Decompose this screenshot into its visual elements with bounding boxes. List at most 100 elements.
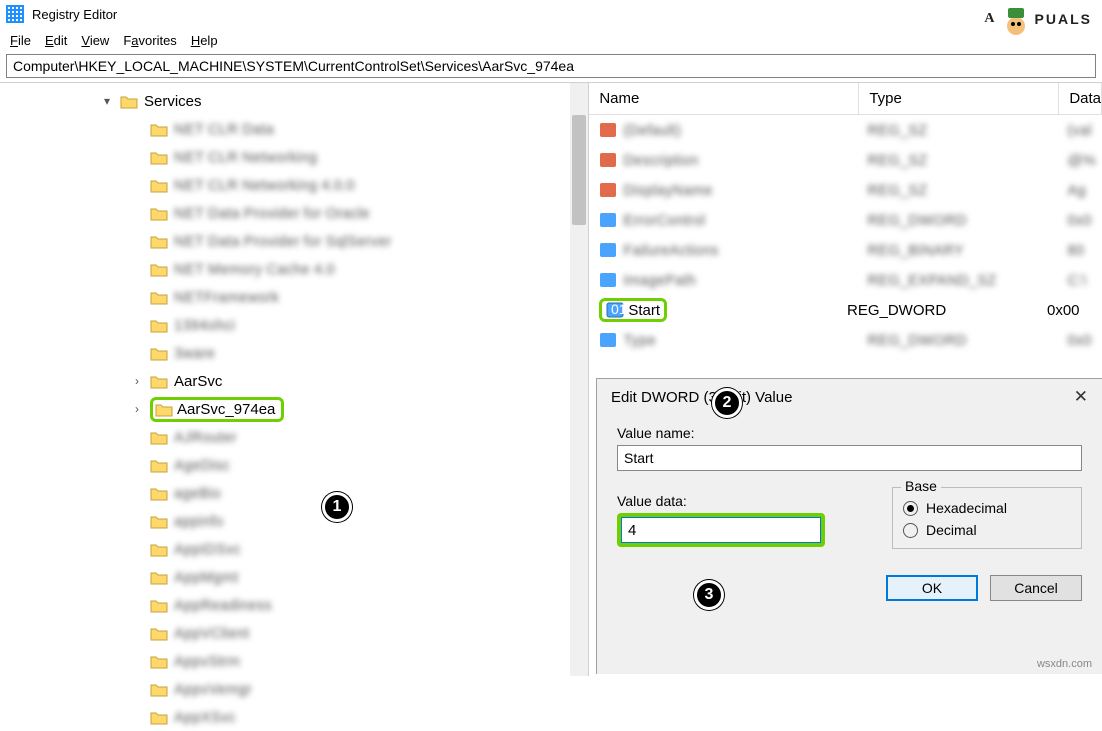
dialog-title: Edit DWORD (32-bit) Value <box>611 389 792 406</box>
tree-item-blurred[interactable]: 3ware <box>100 339 588 367</box>
highlight-selected-key: AarSvc_974ea <box>150 397 284 422</box>
tree-item-blurred[interactable]: AppXSvc <box>100 703 588 731</box>
tree-label: AppvVemgr <box>174 681 252 698</box>
value-data: 0x0 <box>1067 212 1091 229</box>
folder-icon <box>150 570 168 585</box>
value-row-blurred[interactable]: DisplayNameREG_SZAg <box>589 175 1102 205</box>
col-type[interactable]: Type <box>859 83 1059 114</box>
reg-value-icon <box>599 271 617 289</box>
value-row-blurred[interactable]: ErrorControlREG_DWORD0x0 <box>589 205 1102 235</box>
menubar: File Edit View Favorites Help <box>0 28 1102 52</box>
tree-item-blurred[interactable]: AgeDisc <box>100 451 588 479</box>
radio-hex[interactable]: Hexadecimal <box>903 500 1071 516</box>
edit-dword-dialog: Edit DWORD (32-bit) Value ✕ Value name: … <box>596 378 1102 674</box>
tree-label: NET Memory Cache 4.0 <box>174 261 335 278</box>
radio-icon <box>903 523 918 538</box>
dialog-titlebar[interactable]: Edit DWORD (32-bit) Value ✕ <box>597 379 1102 415</box>
ok-button[interactable]: OK <box>886 575 978 601</box>
value-name: FailureActions <box>623 242 861 259</box>
tree-label: NETFramework <box>174 289 279 306</box>
tree-label: NET CLR Networking 4.0.0 <box>174 177 355 194</box>
value-data: Ag <box>1067 182 1085 199</box>
cancel-button[interactable]: Cancel <box>990 575 1082 601</box>
tree-item-blurred[interactable]: AppReadiness <box>100 591 588 619</box>
highlight-value-data <box>617 513 825 547</box>
value-name: ErrorControl <box>623 212 861 229</box>
tree-item-blurred[interactable]: AppIDSvc <box>100 535 588 563</box>
tree-label: NET Data Provider for Oracle <box>174 205 370 222</box>
value-data: C:\ <box>1067 272 1086 289</box>
menu-view[interactable]: View <box>81 33 109 48</box>
tree-item-aarsvc[interactable]: › AarSvc <box>100 367 588 395</box>
folder-icon <box>150 458 168 473</box>
tree-item-blurred[interactable]: AppvStrm <box>100 647 588 675</box>
reg-value-icon <box>599 181 617 199</box>
tree-item-blurred[interactable]: NETFramework <box>100 283 588 311</box>
radio-label: Decimal <box>926 522 977 538</box>
value-data-label: Value data: <box>617 493 868 509</box>
tree-label: AppVClient <box>174 625 249 642</box>
highlight-start-value: 011 Start <box>599 298 667 322</box>
tree-item-blurred[interactable]: AppMgmt <box>100 563 588 591</box>
value-row-start[interactable]: 011 Start REG_DWORD 0x00 <box>589 295 1102 325</box>
tree-label: appinfo <box>174 513 223 530</box>
tree-scrollbar[interactable] <box>570 83 588 676</box>
tree-label: AarSvc <box>174 373 222 390</box>
tree-item-blurred[interactable]: NET Data Provider for SqlServer <box>100 227 588 255</box>
value-type: REG_SZ <box>867 182 1061 199</box>
value-row-blurred[interactable]: DescriptionREG_SZ@% <box>589 145 1102 175</box>
tree-item-blurred[interactable]: AJRouter <box>100 423 588 451</box>
tree-item-blurred[interactable]: NET CLR Networking <box>100 143 588 171</box>
value-name-input[interactable] <box>617 445 1082 471</box>
tree-label: Services <box>144 93 202 110</box>
close-icon[interactable]: ✕ <box>1074 387 1088 407</box>
tree-label: AppXSvc <box>174 709 236 726</box>
value-row-blurred[interactable]: TypeREG_DWORD0x0 <box>589 325 1102 355</box>
value-data: 0x00 <box>1047 302 1080 319</box>
callout-2: 2 <box>712 388 742 418</box>
menu-help[interactable]: Help <box>191 33 218 48</box>
menu-favorites[interactable]: Favorites <box>123 33 176 48</box>
value-row-blurred[interactable]: ImagePathREG_EXPAND_SZC:\ <box>589 265 1102 295</box>
value-row-blurred[interactable]: FailureActionsREG_BINARY80 <box>589 235 1102 265</box>
tree-item-aarsvc-974ea[interactable]: › AarSvc_974ea <box>100 395 588 423</box>
col-name[interactable]: Name <box>589 83 859 114</box>
tree-label: AppIDSvc <box>174 541 241 558</box>
tree-item-blurred[interactable]: NET Data Provider for Oracle <box>100 199 588 227</box>
tree-label: NET Data Provider for SqlServer <box>174 233 391 250</box>
menu-edit[interactable]: Edit <box>45 33 67 48</box>
tree-item-blurred[interactable]: AppVClient <box>100 619 588 647</box>
col-data[interactable]: Data <box>1059 83 1102 114</box>
folder-icon <box>150 234 168 249</box>
callout-3: 3 <box>694 580 724 610</box>
appuals-logo: A PUALS <box>984 2 1092 36</box>
tree-item-blurred[interactable]: 1394ohci <box>100 311 588 339</box>
tree-item-blurred[interactable]: AppvVemgr <box>100 675 588 703</box>
value-data-input[interactable] <box>621 517 821 543</box>
value-row-blurred[interactable]: (Default)REG_SZ(val <box>589 115 1102 145</box>
folder-icon <box>120 94 138 109</box>
chevron-right-icon[interactable]: › <box>130 374 144 388</box>
folder-icon <box>150 290 168 305</box>
address-bar[interactable]: Computer\HKEY_LOCAL_MACHINE\SYSTEM\Curre… <box>6 54 1096 78</box>
folder-icon <box>150 346 168 361</box>
folder-icon <box>150 122 168 137</box>
folder-icon <box>150 654 168 669</box>
tree-label: AppvStrm <box>174 653 240 670</box>
tree-item-blurred[interactable]: NET CLR Networking 4.0.0 <box>100 171 588 199</box>
menu-file[interactable]: File <box>10 33 31 48</box>
tree-services[interactable]: ▾ Services <box>100 87 588 115</box>
folder-icon <box>150 430 168 445</box>
tree-item-blurred[interactable]: NET Memory Cache 4.0 <box>100 255 588 283</box>
radio-dec[interactable]: Decimal <box>903 522 1071 538</box>
tree-label: AarSvc_974ea <box>177 401 275 418</box>
value-type: REG_SZ <box>867 122 1061 139</box>
chevron-down-icon[interactable]: ▾ <box>100 94 114 108</box>
scrollbar-thumb[interactable] <box>572 115 586 225</box>
chevron-right-icon[interactable]: › <box>130 402 144 416</box>
watermark: wsxdn.com <box>1037 658 1092 670</box>
tree-item-blurred[interactable]: NET CLR Data <box>100 115 588 143</box>
folder-icon <box>150 206 168 221</box>
tree-label: AJRouter <box>174 429 237 446</box>
value-type: REG_DWORD <box>847 302 1041 319</box>
